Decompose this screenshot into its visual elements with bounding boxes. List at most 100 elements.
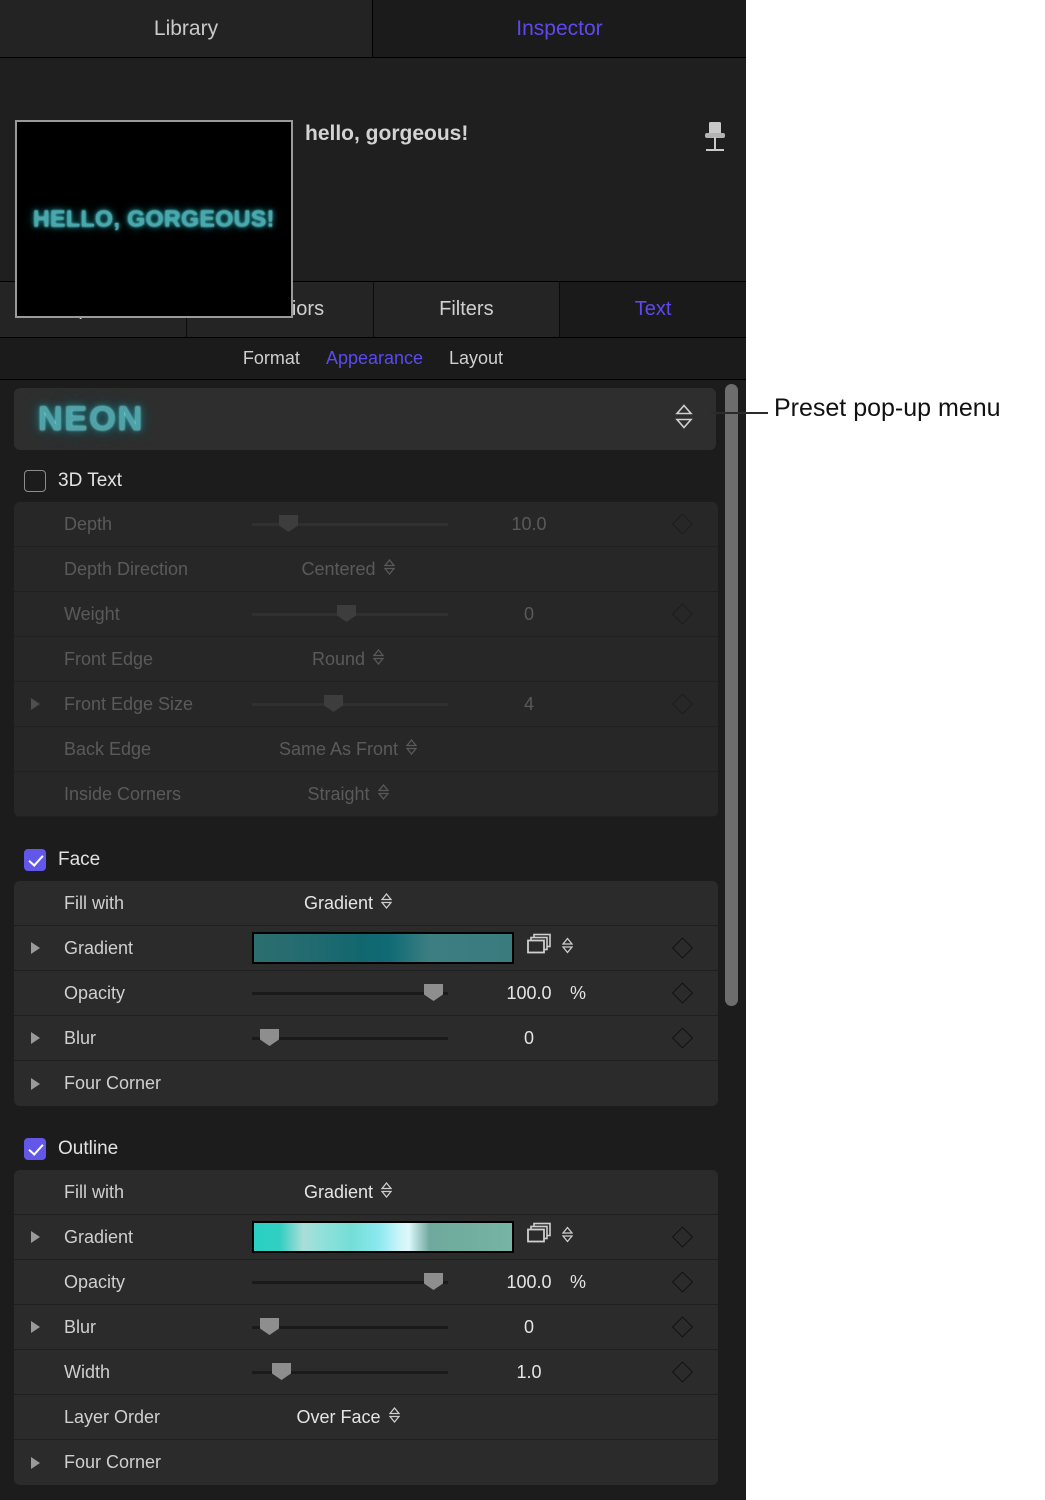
- section-face-title: Face: [58, 849, 101, 870]
- disclosure-triangle-outline-blur[interactable]: [22, 1321, 48, 1333]
- popup-depth-direction[interactable]: Centered: [14, 558, 718, 581]
- keyframe-diamond-icon[interactable]: [671, 1361, 694, 1383]
- row-face-fill-with[interactable]: Fill with Gradient: [14, 881, 718, 926]
- row-outline-opacity[interactable]: Opacity 100.0 %: [14, 1260, 718, 1305]
- checkbox-face[interactable]: [24, 849, 46, 871]
- preset-popup-menu[interactable]: NEON: [14, 388, 716, 450]
- row-outline-gradient[interactable]: Gradient: [14, 1215, 718, 1260]
- slider-front-edge-size[interactable]: [252, 695, 448, 713]
- keyframe-diamond-icon[interactable]: [671, 982, 694, 1004]
- row-face-four-corner-label: Four Corner: [64, 1073, 162, 1093]
- row-outline-fill-with[interactable]: Fill with Gradient: [14, 1170, 718, 1215]
- popup-inside-corners[interactable]: Straight: [14, 783, 718, 806]
- preview-thumbnail[interactable]: HELLO, GORGEOUS!: [15, 120, 293, 318]
- row-back-edge[interactable]: Back Edge Same As Front: [14, 727, 718, 772]
- row-face-opacity[interactable]: Opacity 100.0 %: [14, 971, 718, 1016]
- slider-outline-opacity[interactable]: [252, 1273, 448, 1291]
- slider-outline-width[interactable]: [252, 1363, 448, 1381]
- disclosure-placeholder: [22, 518, 48, 530]
- row-front-edge-size-value[interactable]: 4: [454, 694, 604, 715]
- subtab-format-label: Format: [242, 348, 300, 368]
- tab-filters[interactable]: Filters: [373, 282, 561, 338]
- slider-weight[interactable]: [252, 605, 448, 623]
- section-outline-header[interactable]: Outline: [14, 1128, 718, 1170]
- popup-back-edge[interactable]: Same As Front: [14, 738, 718, 761]
- section-outline-title: Outline: [58, 1138, 119, 1159]
- section-face-header[interactable]: Face: [14, 839, 718, 881]
- row-outline-opacity-unit: %: [570, 1271, 587, 1292]
- disclosure-triangle-outline-gradient[interactable]: [22, 1231, 48, 1243]
- slider-face-opacity[interactable]: [252, 984, 448, 1002]
- row-depth-direction[interactable]: Depth Direction Centered: [14, 547, 718, 592]
- keyframe-diamond-icon[interactable]: [671, 937, 694, 959]
- slider-outline-blur[interactable]: [252, 1318, 448, 1336]
- subtab-layout[interactable]: Layout: [449, 348, 503, 369]
- popup-front-edge[interactable]: Round: [14, 648, 718, 671]
- keyframe-diamond-icon[interactable]: [671, 513, 694, 535]
- disclosure-triangle-face-gradient[interactable]: [22, 942, 48, 954]
- row-depth[interactable]: Depth 10.0: [14, 502, 718, 547]
- row-weight-value[interactable]: 0: [454, 604, 604, 625]
- disclosure-triangle-outline-four-corner[interactable]: [22, 1456, 48, 1469]
- row-outline-width[interactable]: Width 1.0: [14, 1350, 718, 1395]
- slider-depth[interactable]: [252, 515, 448, 533]
- row-outline-layer-order[interactable]: Layer Order Over Face: [14, 1395, 718, 1440]
- tab-text[interactable]: Text: [560, 282, 746, 338]
- section-3d-text-header[interactable]: 3D Text: [14, 460, 718, 502]
- disclosure-triangle-face-four-corner[interactable]: [22, 1077, 48, 1090]
- sub-tab-bar: Format Appearance Layout: [0, 338, 746, 380]
- row-face-four-corner[interactable]: Four Corner: [14, 1061, 718, 1106]
- disclosure-triangle-face-blur[interactable]: [22, 1032, 48, 1044]
- keyframe-diamond-icon[interactable]: [671, 1316, 694, 1338]
- scrollbar-track[interactable]: [725, 382, 742, 1498]
- gradient-stepper-icon[interactable]: [561, 1226, 574, 1249]
- row-outline-four-corner[interactable]: Four Corner: [14, 1440, 718, 1485]
- row-weight[interactable]: Weight 0: [14, 592, 718, 637]
- disclosure-placeholder: [22, 1366, 48, 1378]
- pin-icon[interactable]: [700, 118, 730, 158]
- tab-inspector[interactable]: Inspector: [373, 0, 746, 58]
- row-outline-blur[interactable]: Blur 0: [14, 1305, 718, 1350]
- popup-outline-fill-with[interactable]: Gradient: [14, 1181, 718, 1204]
- row-outline-blur-label: Blur: [64, 1316, 97, 1337]
- row-outline-blur-value[interactable]: 0: [454, 1317, 604, 1338]
- chevron-updown-icon: [405, 738, 418, 761]
- gradient-swatch-face[interactable]: [252, 932, 514, 964]
- popup-outline-fill-with-value: Gradient: [303, 1181, 374, 1202]
- subtab-appearance[interactable]: Appearance: [326, 348, 423, 369]
- popup-back-edge-value: Same As Front: [278, 738, 399, 759]
- keyframe-diamond-icon[interactable]: [671, 1271, 694, 1293]
- row-inside-corners[interactable]: Inside Corners Straight: [14, 772, 718, 817]
- row-face-blur-value[interactable]: 0: [454, 1028, 604, 1049]
- gradient-presets-icon[interactable]: [526, 1222, 554, 1253]
- row-front-edge[interactable]: Front Edge Round: [14, 637, 718, 682]
- slider-face-blur[interactable]: [252, 1029, 448, 1047]
- row-depth-value[interactable]: 10.0: [454, 514, 604, 535]
- keyframe-diamond-icon[interactable]: [671, 603, 694, 625]
- row-face-gradient[interactable]: Gradient: [14, 926, 718, 971]
- popup-face-fill-with[interactable]: Gradient: [14, 892, 718, 915]
- section-divider: [14, 817, 718, 829]
- stepper-updown-icon[interactable]: [674, 402, 694, 437]
- popup-outline-layer-order[interactable]: Over Face: [14, 1406, 718, 1429]
- keyframe-diamond-icon[interactable]: [671, 693, 694, 715]
- keyframe-diamond-icon[interactable]: [671, 1226, 694, 1248]
- row-outline-opacity-label: Opacity: [64, 1271, 126, 1292]
- row-outline-width-value[interactable]: 1.0: [454, 1362, 604, 1383]
- row-front-edge-size[interactable]: Front Edge Size 4: [14, 682, 718, 727]
- scrollbar-thumb[interactable]: [725, 384, 738, 1006]
- checkbox-3d-text[interactable]: [24, 470, 46, 492]
- section-3d-text: 3D Text Depth 10.0 Depth Direction Cente…: [14, 460, 718, 817]
- row-face-blur-label: Blur: [64, 1027, 97, 1048]
- gradient-swatch-outline[interactable]: [252, 1221, 514, 1253]
- row-face-blur[interactable]: Blur 0: [14, 1016, 718, 1061]
- checkbox-outline[interactable]: [24, 1138, 46, 1160]
- gradient-stepper-icon[interactable]: [561, 937, 574, 960]
- disclosure-triangle-front-edge-size[interactable]: [22, 698, 48, 710]
- chevron-updown-icon: [377, 783, 389, 806]
- row-face-gradient-label: Gradient: [64, 937, 134, 958]
- subtab-format[interactable]: Format: [243, 348, 300, 369]
- gradient-presets-icon[interactable]: [526, 933, 554, 964]
- tab-library[interactable]: Library: [0, 0, 373, 58]
- keyframe-diamond-icon[interactable]: [671, 1027, 694, 1049]
